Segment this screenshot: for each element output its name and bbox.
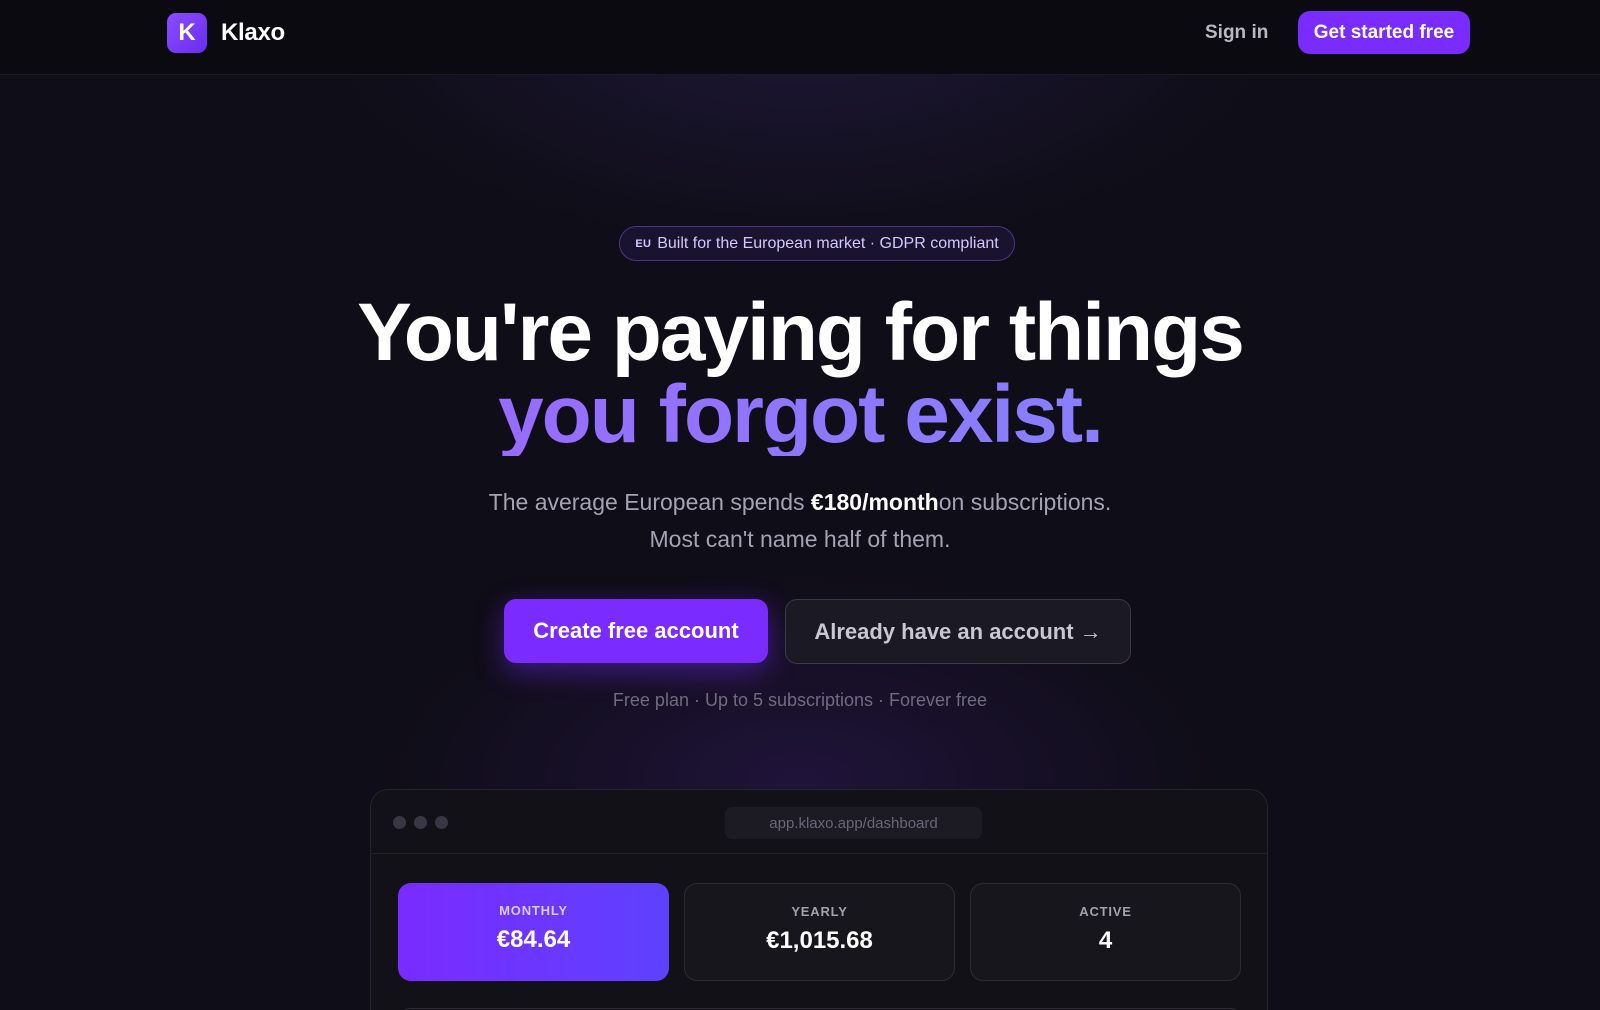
stat-card-active: ACTIVE 4 [970, 883, 1241, 981]
window-dot-icon [435, 816, 448, 829]
existing-account-button[interactable]: Already have an account → [785, 599, 1131, 664]
brand[interactable]: K Klaxo [167, 13, 285, 53]
stat-value: €84.64 [496, 926, 571, 953]
eu-badge: EU Built for the European market · GDPR … [619, 226, 1015, 261]
subtitle-prefix: The average European spends [488, 489, 811, 515]
hero-subtitle: The average European spends €180/monthon… [0, 484, 1600, 558]
eu-flag-icon: EU [635, 237, 652, 250]
headline-line-2: you forgot exist. [0, 374, 1600, 456]
address-bar: app.klaxo.app/dashboard [725, 807, 982, 839]
stat-label: MONTHLY [499, 903, 568, 918]
window-dot-icon [393, 816, 406, 829]
stat-card-yearly: YEARLY €1,015.68 [684, 883, 955, 981]
dashboard-preview: app.klaxo.app/dashboard MONTHLY €84.64 Y… [370, 789, 1268, 1010]
stat-value: 4 [1098, 927, 1113, 954]
badge-text: Built for the European market · GDPR com… [657, 234, 999, 252]
headline-line-1: You're paying for things [357, 287, 1245, 378]
window-dot-icon [414, 816, 427, 829]
create-account-button[interactable]: Create free account [504, 599, 768, 663]
subtitle-suffix: on subscriptions. [938, 489, 1112, 515]
subtitle-line-2: Most can't name half of them. [649, 526, 951, 552]
top-nav: K Klaxo Sign in Get started free [0, 0, 1600, 75]
get-started-button[interactable]: Get started free [1298, 11, 1470, 54]
brand-logo-icon: K [167, 13, 207, 53]
stat-label: ACTIVE [1079, 904, 1132, 919]
stat-value: €1,015.68 [766, 927, 873, 954]
subtitle-amount: €180/month [810, 489, 939, 515]
stat-card-monthly: MONTHLY €84.64 [398, 883, 669, 981]
brand-name: Klaxo [221, 19, 285, 46]
sign-in-link[interactable]: Sign in [1205, 22, 1268, 44]
fine-print: Free plan · Up to 5 subscriptions · Fore… [612, 690, 988, 710]
hero-headline: You're paying for things you forgot exis… [0, 292, 1600, 456]
stat-label: YEARLY [791, 904, 848, 919]
browser-bar: app.klaxo.app/dashboard [371, 790, 1267, 854]
